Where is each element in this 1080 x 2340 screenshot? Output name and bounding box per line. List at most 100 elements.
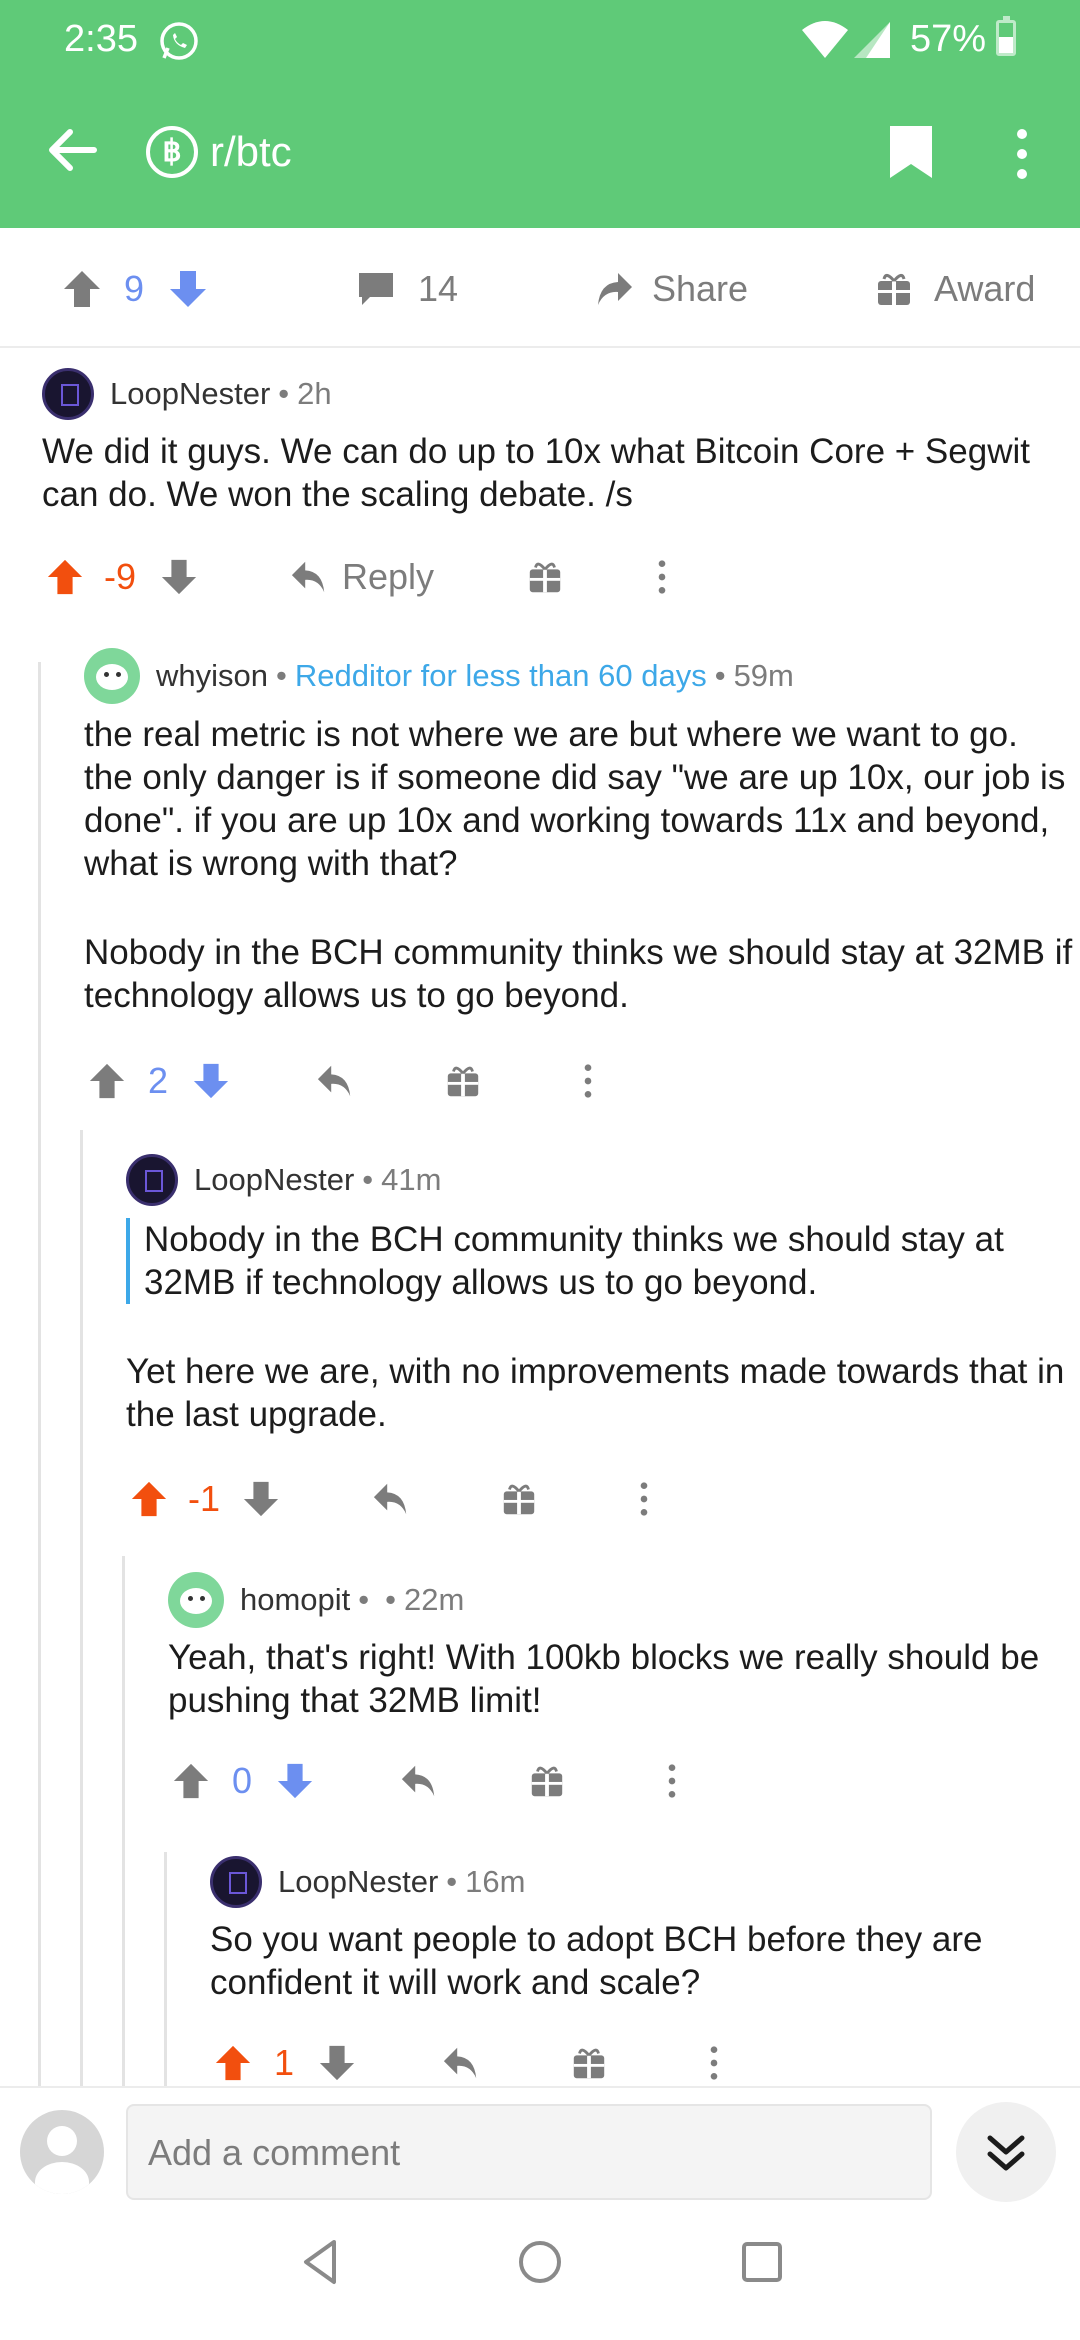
subreddit-icon[interactable]: ฿ bbox=[146, 126, 198, 178]
more-options-icon bbox=[658, 560, 666, 594]
comment-text: We did it guys. We can do up to 10x what… bbox=[42, 432, 1030, 514]
upvote-arrow-icon bbox=[64, 271, 100, 307]
subreddit-name[interactable]: r/btc bbox=[210, 128, 292, 176]
cellular-icon bbox=[854, 22, 890, 58]
comment-author[interactable]: LoopNester bbox=[278, 1864, 438, 1900]
comment-text: the real metric is not where we are but … bbox=[84, 715, 1066, 883]
comment-score: 1 bbox=[274, 2042, 295, 2083]
comment-text: Yet here we are, with no improvements ma… bbox=[126, 1352, 1065, 1434]
comment-more-button[interactable] bbox=[706, 2044, 722, 2082]
reply-arrow-icon bbox=[401, 1765, 435, 1797]
avatar[interactable] bbox=[126, 1154, 178, 1206]
comment-author[interactable]: LoopNester bbox=[194, 1162, 354, 1198]
comment-author[interactable]: whyison bbox=[156, 658, 268, 694]
comment-actions: -9 Reply bbox=[42, 552, 1052, 602]
comment-score: -1 bbox=[188, 1478, 221, 1519]
award-button[interactable] bbox=[528, 1762, 566, 1800]
comment-text: Yeah, that's right! With 100kb blocks we… bbox=[168, 1638, 1040, 1720]
post-award-button[interactable]: Award bbox=[874, 264, 1035, 314]
comment-more-button[interactable] bbox=[664, 1762, 680, 1800]
more-options-icon bbox=[710, 2046, 718, 2080]
downvote-button[interactable] bbox=[192, 1062, 230, 1100]
comment-body: the real metric is not where we are but … bbox=[84, 713, 1074, 1017]
downvote-button[interactable] bbox=[242, 1480, 280, 1518]
comment-actions: -1 bbox=[126, 1474, 1074, 1524]
comment-more-button[interactable] bbox=[654, 558, 670, 596]
reply-button[interactable]: Reply bbox=[290, 556, 434, 598]
bookmark-icon[interactable] bbox=[888, 124, 934, 180]
downvote-button[interactable] bbox=[160, 558, 198, 596]
double-chevron-down-icon bbox=[987, 2135, 1025, 2171]
post-action-bar: 9 14 Share Award bbox=[0, 228, 1080, 348]
next-comment-button[interactable] bbox=[956, 2102, 1056, 2202]
avatar[interactable] bbox=[84, 648, 140, 704]
reply-button[interactable] bbox=[442, 2044, 480, 2082]
nav-back-icon[interactable] bbox=[296, 2236, 348, 2288]
gift-icon bbox=[531, 1766, 563, 1797]
thread-line-2[interactable] bbox=[80, 1130, 83, 2086]
gift-icon bbox=[447, 1066, 479, 1097]
comment-age: 59m bbox=[733, 658, 794, 693]
avatar[interactable] bbox=[210, 1856, 262, 1908]
comment-age: 2h bbox=[297, 376, 332, 411]
comment-text: Nobody in the BCH community thinks we sh… bbox=[84, 933, 1073, 1015]
add-comment-input[interactable]: Add a comment bbox=[126, 2104, 932, 2200]
downvote-arrow-icon bbox=[277, 1763, 313, 1799]
comment-author[interactable]: homopit bbox=[240, 1582, 350, 1618]
upvote-arrow-icon bbox=[173, 1763, 209, 1799]
comment-age: 22m bbox=[404, 1582, 465, 1617]
avatar[interactable] bbox=[42, 368, 94, 420]
upvote-button[interactable] bbox=[46, 558, 84, 596]
award-button[interactable] bbox=[500, 1480, 538, 1518]
reply-button[interactable] bbox=[372, 1480, 410, 1518]
comment-bubble-icon bbox=[359, 273, 393, 305]
comment-more-button[interactable] bbox=[580, 1062, 596, 1100]
comment-age: 41m bbox=[381, 1162, 442, 1197]
back-arrow-icon[interactable] bbox=[44, 122, 100, 178]
upvote-button[interactable] bbox=[172, 1762, 210, 1800]
whatsapp-icon bbox=[160, 22, 198, 60]
comment-author[interactable]: LoopNester bbox=[110, 376, 270, 412]
post-share-button[interactable]: Share bbox=[594, 264, 748, 314]
current-user-avatar[interactable] bbox=[20, 2110, 104, 2194]
downvote-arrow-icon bbox=[243, 1481, 279, 1517]
upvote-button[interactable] bbox=[130, 1480, 168, 1518]
more-options-icon bbox=[584, 1064, 592, 1098]
award-button[interactable] bbox=[570, 2044, 608, 2082]
nav-recents-icon[interactable] bbox=[736, 2236, 788, 2288]
more-options-icon bbox=[640, 1482, 648, 1516]
reply-label: Reply bbox=[342, 556, 435, 597]
comment-age: 16m bbox=[465, 1864, 526, 1899]
wifi-icon bbox=[802, 21, 848, 58]
upvote-button[interactable] bbox=[214, 2044, 252, 2082]
reply-button[interactable] bbox=[316, 1062, 354, 1100]
comment-more-button[interactable] bbox=[636, 1480, 652, 1518]
avatar[interactable] bbox=[168, 1572, 224, 1628]
post-comments-button[interactable]: 14 bbox=[356, 264, 458, 314]
comment-header: LoopNester • 16m bbox=[210, 1856, 525, 1908]
post-award-label: Award bbox=[934, 268, 1036, 309]
more-options-icon[interactable] bbox=[1010, 128, 1034, 180]
thread-line-1[interactable] bbox=[38, 662, 41, 2086]
award-button[interactable] bbox=[444, 1062, 482, 1100]
downvote-button[interactable] bbox=[276, 1762, 314, 1800]
downvote-button[interactable] bbox=[318, 2044, 356, 2082]
post-upvote-button[interactable] bbox=[62, 264, 102, 314]
post-comment-count: 14 bbox=[418, 268, 459, 309]
thread-line-3[interactable] bbox=[122, 1556, 125, 2086]
comment-header: whyison • Redditor for less than 60 days… bbox=[84, 648, 794, 704]
app-header: 2:35 57% ฿ r/btc bbox=[0, 0, 1080, 228]
comment-body: Nobody in the BCH community thinks we sh… bbox=[126, 1218, 1074, 1436]
status-bar: 2:35 57% bbox=[0, 0, 1080, 80]
thread-line-4[interactable] bbox=[164, 1852, 167, 2086]
reply-button[interactable] bbox=[400, 1762, 438, 1800]
award-button[interactable] bbox=[526, 558, 564, 596]
downvote-arrow-icon bbox=[319, 2045, 355, 2081]
upvote-arrow-icon bbox=[215, 2045, 251, 2081]
upvote-button[interactable] bbox=[88, 1062, 126, 1100]
comment-body: Yeah, that's right! With 100kb blocks we… bbox=[168, 1636, 1074, 1722]
comment-actions: 2 bbox=[84, 1056, 1074, 1106]
post-downvote-button[interactable] bbox=[168, 264, 208, 314]
comment-header: LoopNester • 41m bbox=[126, 1154, 441, 1206]
nav-home-icon[interactable] bbox=[514, 2236, 566, 2288]
